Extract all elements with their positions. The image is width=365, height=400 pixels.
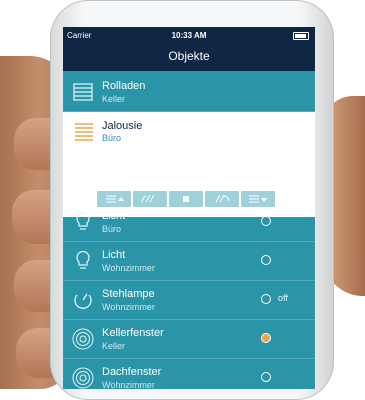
list-item[interactable]: Dachfenster Wohnzimmer (63, 359, 315, 389)
page-title: Objekte (168, 49, 210, 63)
item-title: Kellerfenster (102, 327, 164, 339)
item-subtitle: Wohnzimmer (102, 263, 155, 273)
window-icon (72, 367, 94, 389)
toggle-radio[interactable] (261, 255, 271, 265)
dimmer-icon (74, 293, 92, 309)
toggle-radio[interactable] (261, 216, 271, 226)
state-label: off (278, 293, 288, 303)
status-time: 10:33 AM (171, 31, 207, 40)
item-title: Jalousie (102, 120, 143, 132)
navigation-bar: Carrier 10:33 AM Objekte (63, 27, 315, 71)
toggle-radio[interactable] (261, 294, 271, 304)
toggle-radio[interactable] (261, 372, 271, 382)
item-title: Dachfenster (102, 366, 162, 378)
window-icon (72, 328, 94, 350)
list-item[interactable]: Licht Büro (63, 203, 315, 242)
item-title: Rolladen (102, 80, 146, 92)
blinds-icon (75, 123, 93, 141)
item-subtitle: Wohnzimmer (102, 380, 155, 389)
item-subtitle: Keller (102, 94, 126, 104)
item-title: Stehlampe (102, 288, 155, 300)
list-item[interactable]: Stehlampe Wohnzimmer off (63, 281, 315, 320)
list-item-expanded[interactable]: Jalousie Büro (63, 112, 315, 217)
toggle-radio-active[interactable] (261, 333, 271, 343)
bulb-icon (76, 212, 90, 230)
item-title: Licht (102, 210, 126, 222)
battery-icon (293, 32, 309, 40)
app-screen: Carrier 10:33 AM Objekte Rolladen Keller… (63, 27, 315, 389)
bulb-icon (76, 251, 90, 269)
item-subtitle: Büro (102, 224, 122, 234)
shutter-icon (73, 83, 93, 101)
item-subtitle: Wohnzimmer (102, 302, 155, 312)
item-title: Licht (102, 249, 126, 261)
list-item[interactable]: Licht Wohnzimmer (63, 242, 315, 281)
item-subtitle: Keller (102, 341, 126, 351)
list-item[interactable]: Kellerfenster Keller (63, 320, 315, 359)
list-item[interactable]: Rolladen Keller (63, 73, 315, 112)
item-subtitle: Büro (102, 133, 122, 143)
